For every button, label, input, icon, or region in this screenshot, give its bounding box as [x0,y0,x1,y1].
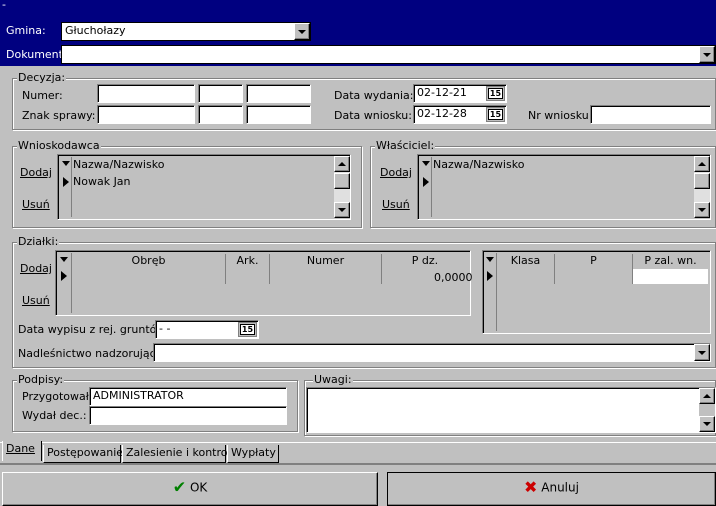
calendar-icon[interactable]: 15 [238,322,257,337]
wlasciciel-title: Właściciel: [375,139,436,153]
row-pointer-icon [61,271,67,281]
scroll-up-icon[interactable] [334,156,350,172]
decyzja-title: Decyzja: [17,71,67,85]
col-klasa[interactable]: Klasa [497,254,555,284]
scroll-down-icon[interactable] [334,202,350,218]
numer-field-3[interactable] [246,84,311,103]
sort-down-icon [62,161,70,166]
przygotowal-value: ADMINISTRATOR [93,389,184,402]
nr-wniosku-field[interactable] [590,105,711,124]
numer-field-1[interactable] [97,84,195,103]
scroll-down-icon[interactable] [699,416,715,432]
dzialki-dodaj-button[interactable]: Dodaj [20,262,52,276]
wnioskodawca-title: Wnioskodawca [17,139,101,153]
row-pointer-icon [487,271,493,281]
check-icon: ✔ [172,477,187,497]
wlasciciel-grid[interactable]: Nazwa/Nazwisko [417,154,711,220]
col-p[interactable]: P [555,254,633,284]
close-icon: ✖ [524,477,538,497]
numer-label: Numer: [22,89,63,102]
tab-postepowanie[interactable]: Postępowanie [43,445,123,463]
col-p-zal-wn[interactable]: P zal. wn. [633,254,708,268]
wnioskodawca-scrollbar[interactable] [334,156,350,218]
cancel-label: Anuluj [541,480,579,495]
pdz-value: 0,0000 [434,271,473,284]
window-title: - [2,0,6,11]
wlasciciel-scrollbar[interactable] [694,156,710,218]
znak-field-3[interactable] [246,105,311,124]
numer-field-2[interactable] [198,84,243,103]
przygotowal-label: Przygotował: [22,390,93,403]
scroll-up-icon[interactable] [694,156,710,172]
wnioskodawca-dodaj-button[interactable]: Dodaj [20,166,52,180]
uwagi-title: Uwagi: [313,373,353,387]
dokument-select[interactable] [61,45,716,64]
uwagi-scrollbar[interactable] [699,388,715,432]
dzialki-grid[interactable]: Obręb Ark. Numer P dz. 0,0000 [55,250,473,316]
data-wypisu-label: Data wypisu z rej. gruntów: [18,323,169,336]
cancel-button[interactable]: ✖ Anuluj [387,472,716,506]
gmina-value: Głuchołazy [65,24,126,37]
nadlesnictwo-select[interactable] [153,343,711,362]
wnioskodawca-row[interactable]: Nowak Jan [73,175,131,189]
col-obreb[interactable]: Obręb [72,254,226,284]
wnioskodawca-usun-button[interactable]: Usuń [22,198,50,212]
wydal-field[interactable] [89,406,287,425]
nadlesnictwo-label: Nadleśnictwo nadzorujące: [18,347,167,360]
podpisy-title: Podpisy: [17,373,65,387]
gmina-label: Gmina: [6,24,46,37]
wlasciciel-dodaj-button[interactable]: Dodaj [380,166,412,180]
scroll-down-icon[interactable] [694,202,710,218]
sort-down-icon [60,257,68,262]
dzialki-title: Działki: [17,235,60,249]
chevron-down-icon[interactable] [694,344,710,361]
dokument-label: Dokument: [6,48,67,61]
tab-wyplaty[interactable]: Wypłaty [227,445,279,463]
wydal-label: Wydał dec.: [22,409,87,422]
p-zal-wn-cell[interactable] [633,269,708,284]
col-numer[interactable]: Numer [270,254,382,284]
header-band: Gmina: Głuchołazy Dokument: [0,13,716,66]
data-wniosku-value: 02-12-28 [417,107,467,120]
chevron-down-icon[interactable] [294,23,310,40]
data-wydania-label: Data wydania: [334,89,414,102]
scroll-thumb[interactable] [334,173,350,189]
uwagi-textarea[interactable] [306,387,716,433]
chevron-down-icon[interactable] [699,46,715,63]
gmina-select[interactable]: Głuchołazy [61,22,311,41]
calendar-icon[interactable]: 15 [486,86,505,101]
tab-zalesienie-i-kontrole[interactable]: Zalesienie i kontrole [122,445,237,463]
data-wniosku-field[interactable]: 02-12-28 15 [413,105,507,124]
sort-down-icon [486,257,494,262]
sort-down-icon [422,161,430,166]
calendar-icon[interactable]: 15 [486,107,505,122]
wlasciciel-usun-button[interactable]: Usuń [382,198,410,212]
znak-field-1[interactable] [97,105,195,124]
data-wydania-value: 02-12-21 [417,86,467,99]
klasa-grid[interactable]: Klasa P P zal. wn. [482,250,711,334]
data-wniosku-label: Data wniosku: [334,109,412,122]
tab-dane[interactable]: Dane [2,441,42,461]
data-wypisu-field[interactable]: - - 15 [155,320,259,339]
row-pointer-icon [423,177,429,187]
ok-button[interactable]: ✔ OK [2,472,378,506]
znak-sprawy-label: Znak sprawy: [22,109,96,122]
wnioskodawca-header: Nazwa/Nazwisko [73,158,165,171]
col-ark[interactable]: Ark. [226,254,270,284]
title-bar: - [0,0,716,13]
tab-strip-line [0,442,716,443]
row-pointer-icon [63,177,69,187]
nr-wniosku-label: Nr wniosku: [528,109,593,122]
data-wydania-field[interactable]: 02-12-21 15 [413,84,507,103]
wnioskodawca-grid[interactable]: Nazwa/Nazwisko Nowak Jan [57,154,351,220]
wlasciciel-header: Nazwa/Nazwisko [433,158,525,171]
data-wypisu-value: - - [159,322,171,335]
ok-label: OK [189,480,208,495]
scroll-up-icon[interactable] [699,388,715,404]
znak-field-2[interactable] [198,105,243,124]
przygotowal-field[interactable]: ADMINISTRATOR [89,387,287,406]
dzialki-usun-button[interactable]: Usuń [22,294,50,308]
scroll-thumb[interactable] [694,173,710,189]
